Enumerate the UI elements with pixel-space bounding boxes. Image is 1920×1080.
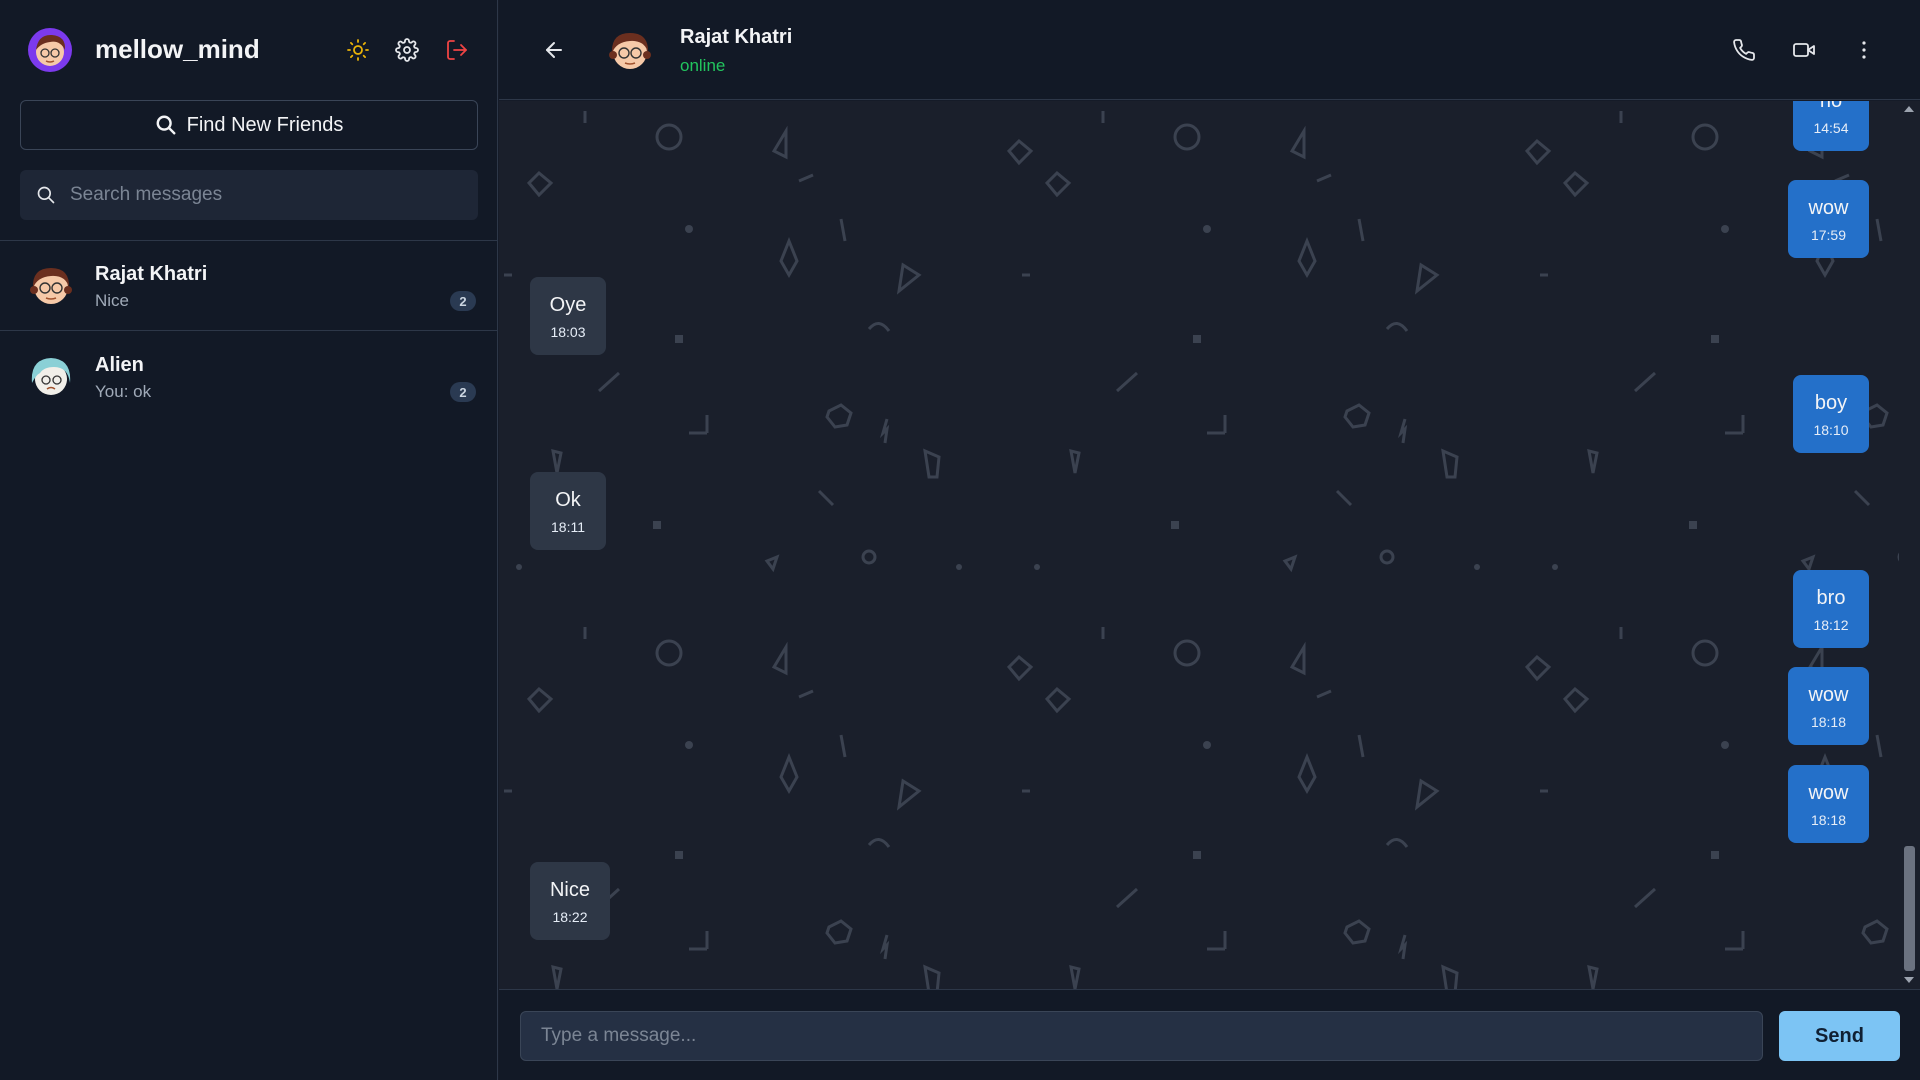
- message-time: 18:18: [1810, 714, 1847, 730]
- unread-badge: 2: [450, 291, 476, 311]
- chat-panel: Rajat Khatri online ho 14:54 wow 17:59 O…: [499, 0, 1920, 1080]
- contact-name: Alien: [95, 354, 144, 376]
- scroll-thumb[interactable]: [1904, 846, 1915, 971]
- message-bubble-outgoing[interactable]: wow 17:59: [1788, 180, 1869, 258]
- message-text: Ok: [555, 489, 581, 511]
- chat-contact-status: online: [680, 56, 726, 75]
- message-text: Oye: [549, 294, 587, 316]
- search-icon: [156, 115, 176, 135]
- message-text: wow: [1808, 782, 1849, 804]
- message-bubble-outgoing[interactable]: bro 18:12: [1793, 570, 1869, 648]
- more-vertical-icon[interactable]: [1852, 38, 1876, 62]
- contact-last-message: You: ok: [95, 382, 152, 401]
- message-time: 18:10: [1813, 422, 1849, 438]
- find-new-friends-button[interactable]: Find New Friends: [20, 100, 478, 150]
- sidebar: mellow_mind Find New Friends Search mess…: [0, 0, 498, 1080]
- search-messages-input[interactable]: [70, 170, 470, 220]
- message-time: 18:18: [1810, 812, 1847, 828]
- contact-last-message: Nice: [95, 291, 130, 310]
- phone-icon[interactable]: [1732, 38, 1756, 62]
- search-messages-box: [20, 170, 478, 220]
- message-bubble-incoming[interactable]: Oye 18:03: [530, 277, 606, 355]
- message-bubble-outgoing[interactable]: wow 18:18: [1788, 667, 1869, 745]
- message-text: wow: [1808, 684, 1849, 706]
- video-icon[interactable]: [1792, 38, 1816, 62]
- sidebar-header: mellow_mind: [0, 0, 498, 100]
- contact-avatar: [30, 268, 72, 304]
- message-text: boy: [1814, 392, 1848, 414]
- contact-name: Rajat Khatri: [95, 263, 208, 285]
- message-time: 18:12: [1813, 617, 1849, 633]
- message-bubble-incoming[interactable]: Ok 18:11: [530, 472, 606, 550]
- message-time: 18:22: [552, 909, 588, 925]
- gear-icon[interactable]: [395, 38, 419, 62]
- message-time: 18:03: [550, 324, 586, 340]
- chat-background-pattern: [502, 109, 1899, 989]
- contact-item-rajat-khatri[interactable]: Rajat Khatri Nice 2: [0, 241, 498, 331]
- send-button[interactable]: Send: [1779, 1011, 1900, 1061]
- contact-avatar: [31, 358, 71, 395]
- message-bubble-outgoing[interactable]: boy 18:10: [1793, 375, 1869, 453]
- contact-item-alien[interactable]: Alien You: ok 2: [0, 332, 498, 422]
- message-bubble-outgoing[interactable]: wow 18:18: [1788, 765, 1869, 843]
- back-arrow-icon[interactable]: [542, 38, 566, 62]
- logout-icon[interactable]: [445, 38, 469, 62]
- message-composer: Send: [499, 989, 1920, 1080]
- message-scrollbar[interactable]: [1899, 101, 1920, 989]
- chat-contact-name: Rajat Khatri: [680, 26, 793, 48]
- message-input[interactable]: [520, 1011, 1763, 1061]
- message-time: 17:59: [1810, 227, 1847, 243]
- message-time: 18:11: [551, 519, 585, 535]
- message-bubble-outgoing[interactable]: ho 14:54: [1793, 101, 1869, 151]
- app-name: mellow_mind: [95, 34, 260, 64]
- message-text: wow: [1808, 197, 1849, 219]
- unread-badge: 2: [450, 382, 476, 402]
- search-icon: [37, 186, 55, 204]
- message-list[interactable]: ho 14:54 wow 17:59 Oye 18:03 boy 18:10 O…: [499, 101, 1920, 989]
- chat-contact-avatar[interactable]: [605, 25, 655, 75]
- user-avatar[interactable]: [28, 28, 72, 72]
- message-text: ho: [1819, 101, 1843, 112]
- message-time: 14:54: [1813, 120, 1849, 136]
- scroll-down-arrow-icon[interactable]: [1904, 977, 1914, 983]
- find-new-friends-label: Find New Friends: [186, 113, 344, 136]
- sun-icon[interactable]: [346, 38, 370, 62]
- chat-header: Rajat Khatri online: [499, 0, 1920, 100]
- message-bubble-incoming[interactable]: Nice 18:22: [530, 862, 610, 940]
- message-text: bro: [1816, 587, 1846, 609]
- message-text: Nice: [549, 879, 590, 901]
- scroll-up-arrow-icon[interactable]: [1904, 106, 1914, 112]
